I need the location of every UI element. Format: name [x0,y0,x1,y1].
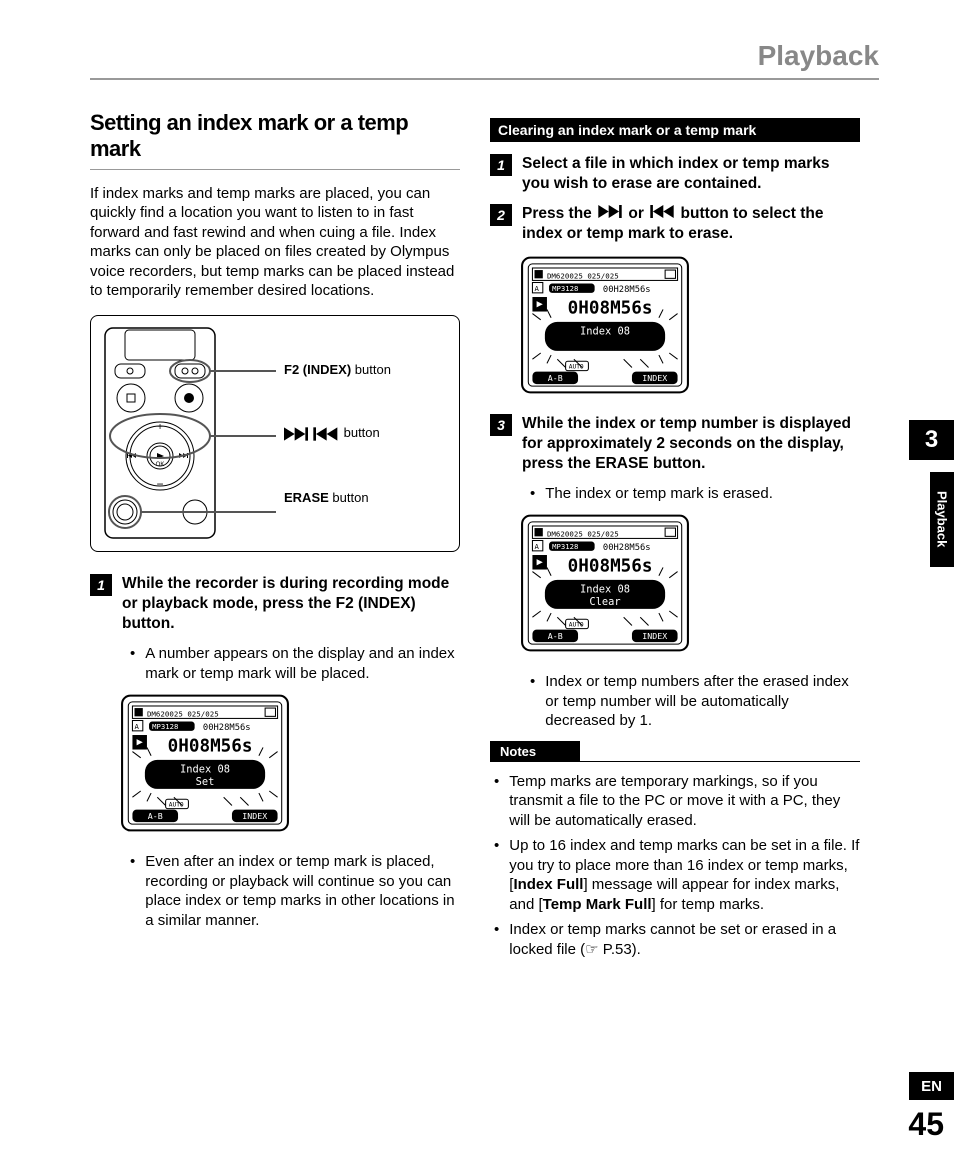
bullet-text: Even after an index or temp mark is plac… [145,852,460,930]
rewind-icon [648,205,676,218]
svg-text:INDEX: INDEX [642,631,667,641]
fast-forward-icon [596,205,624,218]
svg-text:DM620025 025/025: DM620025 025/025 [547,271,619,280]
bullet-icon [494,772,499,831]
svg-text:Index 08: Index 08 [180,764,230,776]
step-1-text: While the recorder is during recording m… [122,574,460,634]
section-heading: Setting an index mark or a temp mark [90,110,460,163]
svg-text:0H08M56s: 0H08M56s [568,557,653,577]
section-tab: Playback [930,472,954,567]
svg-text:0H08M56s: 0H08M56s [568,298,653,318]
note-text: Up to 16 index and temp marks can be set… [509,836,860,914]
svg-text:00H28M56s: 00H28M56s [603,284,651,294]
note-text: Temp marks are temporary markings, so if… [509,772,860,831]
svg-text:MP3128: MP3128 [552,542,578,551]
bullet-text: The index or temp mark is erased. [545,484,773,504]
subheading-clearing: Clearing an index mark or a temp mark [490,118,860,142]
svg-text:00H28M56s: 00H28M56s [603,543,651,553]
svg-text:A-B: A-B [548,631,563,641]
lcd-screenshot-select: DM620025 025/025 MP3128 00H28M56s 0H08M56s I… [520,255,860,400]
svg-text:A-B: A-B [548,373,563,383]
bullet-icon [130,852,135,930]
page-header-title: Playback [758,40,879,72]
step-number-1: 1 [490,154,512,176]
page-number: 45 [908,1106,944,1143]
bullet-icon [494,836,499,914]
recorder-illustration: OK + − [101,326,276,541]
svg-text:INDEX: INDEX [242,811,267,821]
step-number-3: 3 [490,414,512,436]
step-number-2: 2 [490,204,512,226]
notes-divider [490,761,860,762]
heading-divider [90,169,460,170]
chapter-tab: 3 [909,420,954,460]
right-column: Clearing an index mark or a temp mark 1 … [490,118,860,965]
clear-step-2-text: Press the or button to select the index … [522,204,860,244]
svg-text:MP3128: MP3128 [152,722,178,731]
svg-text:A-B: A-B [148,811,163,821]
intro-paragraph: If index marks and temp marks are placed… [90,184,460,301]
lcd-screenshot-clear: DM620025 025/025 MP3128 00H28M56s 0H08M56s I… [520,513,860,658]
bullet-text: A number appears on the display and an i… [145,644,460,683]
diagram-label-erase: ERASE button [284,490,391,505]
clear-step-1-text: Select a file in which index or temp mar… [522,154,860,194]
left-column: Setting an index mark or a temp mark If … [90,110,460,940]
device-diagram: OK + − F2 (INDEX) button button [90,315,460,552]
clear-step-3-text: While the index or temp number is displa… [522,414,860,474]
bullet-icon [530,484,535,504]
fast-forward-icon [284,427,340,441]
language-tab: EN [909,1072,954,1100]
step-number-1: 1 [90,574,112,596]
svg-text:−: − [156,477,163,491]
diagram-label-f2: F2 (INDEX) button [284,362,391,377]
svg-text:Index 08: Index 08 [580,325,630,337]
svg-text:DM620025 025/025: DM620025 025/025 [147,710,219,719]
svg-text:Clear: Clear [589,596,620,608]
svg-text:0H08M56s: 0H08M56s [168,737,253,757]
bullet-icon [494,920,499,959]
diagram-label-nav-buttons: button [284,425,391,441]
lcd-screenshot-set: DM620025 025/025 MP3128 00H28M56s 0H08M56s I… [120,693,460,838]
svg-text:00H28M56s: 00H28M56s [203,723,251,733]
svg-text:DM620025 025/025: DM620025 025/025 [547,530,619,539]
svg-text:Set: Set [196,776,215,788]
svg-text:+: + [157,422,163,433]
svg-text:Index 08: Index 08 [580,584,630,596]
bullet-icon [130,644,135,683]
svg-text:OK: OK [156,462,165,468]
bullet-icon [530,672,535,731]
bullet-text: Index or temp numbers after the erased i… [545,672,860,731]
header-divider [90,78,879,80]
notes-heading: Notes [490,741,580,762]
note-text: Index or temp marks cannot be set or era… [509,920,860,959]
svg-text:INDEX: INDEX [642,373,667,383]
svg-text:MP3128: MP3128 [552,283,578,292]
